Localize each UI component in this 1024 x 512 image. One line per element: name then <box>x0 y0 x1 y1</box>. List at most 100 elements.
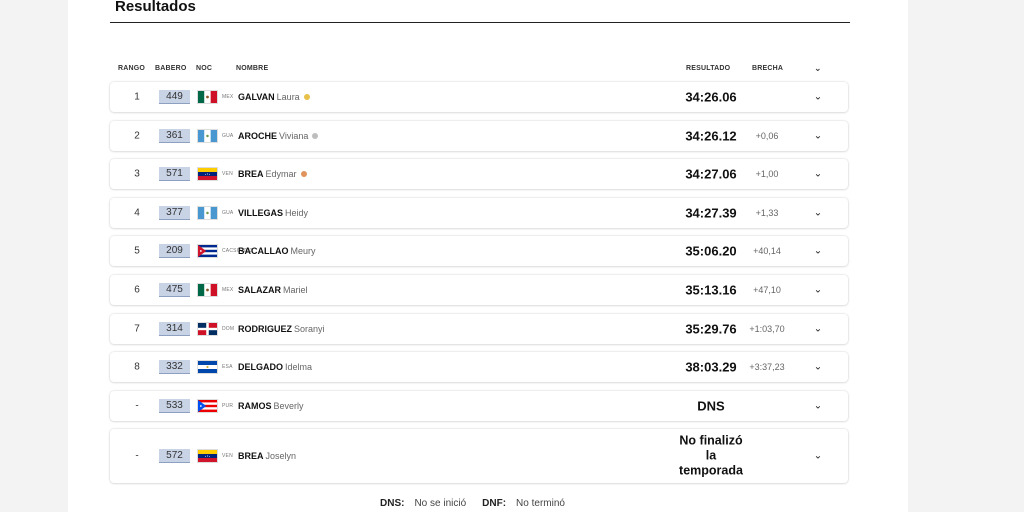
table-row[interactable]: 6 475 MEX SALAZAR Mariel 35:13.16 +47,10 ⌄ <box>110 274 848 305</box>
last-name: SALAZAR <box>238 284 281 295</box>
gap: +0,06 <box>755 130 779 141</box>
athlete-name[interactable]: VILLEGAS Heidy <box>238 208 308 218</box>
result-time: 38:03.29 <box>685 359 737 375</box>
rank: - <box>135 450 139 462</box>
gap: +1:03,70 <box>749 323 785 334</box>
table-row[interactable]: 2 361 GUA AROCHE Viviana 34:26.12 +0,06 ⌄ <box>110 120 848 151</box>
athlete-name[interactable]: BREA Edymar <box>238 169 307 179</box>
first-name: Soranyi <box>294 323 325 334</box>
athlete-name[interactable]: DELGADO Idelma <box>238 362 312 372</box>
result-time: 34:26.06 <box>685 89 737 105</box>
venezuela-flag-icon <box>197 449 218 464</box>
results-list: 1 449 MEX GALVAN Laura 34:26.06 ⌄ 2 361 GUA AROCHE… <box>110 82 848 492</box>
noc-code: VEN <box>222 453 233 460</box>
chevron-down-icon[interactable]: ⌄ <box>813 246 823 257</box>
section-title: Resultados <box>115 0 196 15</box>
chevron-down-icon[interactable]: ⌄ <box>813 130 823 141</box>
chevron-down-icon[interactable]: ⌄ <box>813 92 823 103</box>
header-bib: BABERO <box>155 65 187 72</box>
result-time: 35:13.16 <box>685 282 737 298</box>
gap: +3:37,23 <box>749 362 785 373</box>
bib-number: 475 <box>159 282 190 297</box>
rank: 5 <box>134 245 140 257</box>
bib-number: 449 <box>159 90 190 104</box>
first-name: Laura <box>276 92 300 102</box>
bib-number: 361 <box>159 128 190 143</box>
first-name: Mariel <box>283 284 308 295</box>
first-name: Joselyn <box>265 451 297 462</box>
last-name: RODRIGUEZ <box>238 323 292 334</box>
last-name: VILLEGAS <box>238 207 284 218</box>
mexico-flag-icon <box>197 90 218 104</box>
noc-code: MEX <box>222 286 234 293</box>
chevron-down-icon[interactable]: ⌄ <box>813 400 823 411</box>
header-noc: NOC <box>196 65 213 72</box>
table-row[interactable]: 7 314 DOM RODRIGUEZ Soranyi 35:29.76 +1:03,70 ⌄ <box>110 313 848 344</box>
bronze-medal-icon <box>300 171 307 178</box>
noc-code: DOM <box>222 325 235 332</box>
athlete-name[interactable]: AROCHE Viviana <box>238 130 319 141</box>
gap: +1,33 <box>755 207 779 218</box>
bib-number: 332 <box>159 360 190 375</box>
header-name: NOMBRE <box>236 65 269 72</box>
bib-number: 377 <box>159 205 190 220</box>
venezuela-flag-icon <box>197 167 218 182</box>
athlete-name[interactable]: RODRIGUEZ Soranyi <box>238 324 325 334</box>
legend-value: No terminó <box>516 498 565 509</box>
silver-medal-icon <box>312 132 319 139</box>
expand-all-chevron-icon[interactable]: ⌄ <box>814 63 822 74</box>
result-time: 34:27.06 <box>685 166 737 182</box>
last-name: BREA <box>238 451 264 462</box>
table-row[interactable]: 3 571 VEN BREA Edymar 34:27.06 +1,00 ⌄ <box>110 159 848 190</box>
first-name: Viviana <box>279 130 309 141</box>
gap: +40,14 <box>753 246 781 257</box>
table-row[interactable]: 8 332 ESA DELGADO Idelma 38:03.29 +3:37,23 ⌄ <box>110 352 848 383</box>
noc-code: ESA <box>222 364 233 371</box>
result-time: 35:29.76 <box>685 321 737 337</box>
legend-value: No se inició <box>414 498 467 509</box>
athlete-name[interactable]: BREA Joselyn <box>238 451 296 461</box>
first-name: Edymar <box>265 169 297 180</box>
last-name: BACALLAO <box>238 246 289 257</box>
chevron-down-icon[interactable]: ⌄ <box>813 323 823 334</box>
chevron-down-icon[interactable]: ⌄ <box>813 169 823 180</box>
chevron-down-icon[interactable]: ⌄ <box>813 362 823 373</box>
last-name: AROCHE <box>238 130 278 141</box>
noc-code: GUA <box>222 209 234 216</box>
chevron-down-icon[interactable]: ⌄ <box>813 207 823 218</box>
table-row[interactable]: 4 377 GUA VILLEGAS Heidy 34:27.39 +1,33 ⌄ <box>110 197 848 228</box>
title-divider <box>110 22 850 23</box>
gap: +1,00 <box>755 169 779 180</box>
chevron-down-icon[interactable]: ⌄ <box>813 284 823 295</box>
table-row[interactable]: - 533 PUR RAMOS Beverly DNS ⌄ <box>110 390 848 421</box>
athlete-name[interactable]: RAMOS Beverly <box>238 401 304 411</box>
table-row[interactable]: 1 449 MEX GALVAN Laura 34:26.06 ⌄ <box>110 82 848 112</box>
rank: 3 <box>134 168 140 180</box>
table-row[interactable]: - 572 VEN BREA Joselyn No finalizó la temporada… <box>110 429 848 484</box>
bib-number: 314 <box>159 321 190 336</box>
last-name: RAMOS <box>238 400 272 411</box>
results-panel: Resultados RANGO BABERO NOC NOMBRE RESUL… <box>68 0 908 512</box>
legend-key: DNF: <box>482 498 507 509</box>
rank: 7 <box>134 323 140 335</box>
table-row[interactable]: 5 209 CACSO2023 BACALLAO Meury 35:06.20 +40,14… <box>110 236 848 267</box>
dominican-flag-icon <box>197 321 218 336</box>
result-time: 34:26.12 <box>685 128 737 144</box>
chevron-down-icon[interactable]: ⌄ <box>813 451 823 462</box>
rank: 6 <box>134 284 140 296</box>
result-time: No finalizó la temporada <box>679 433 743 478</box>
noc-code: GUA <box>222 132 234 139</box>
noc-code: MEX <box>222 94 234 100</box>
rank: 4 <box>134 207 140 219</box>
first-name: Beverly <box>273 400 304 411</box>
legend: DNS: No se inició DNF: No terminó <box>380 498 581 509</box>
result-time: DNS <box>697 398 725 414</box>
athlete-name[interactable]: GALVAN Laura <box>238 92 310 102</box>
cuba-flag-icon <box>197 244 218 259</box>
bib-number: 533 <box>159 398 190 413</box>
header-result: RESULTADO <box>686 65 731 72</box>
athlete-name[interactable]: BACALLAO Meury <box>238 246 316 256</box>
bib-number: 571 <box>159 167 190 182</box>
result-time: 35:06.20 <box>685 243 737 259</box>
athlete-name[interactable]: SALAZAR Mariel <box>238 285 308 295</box>
